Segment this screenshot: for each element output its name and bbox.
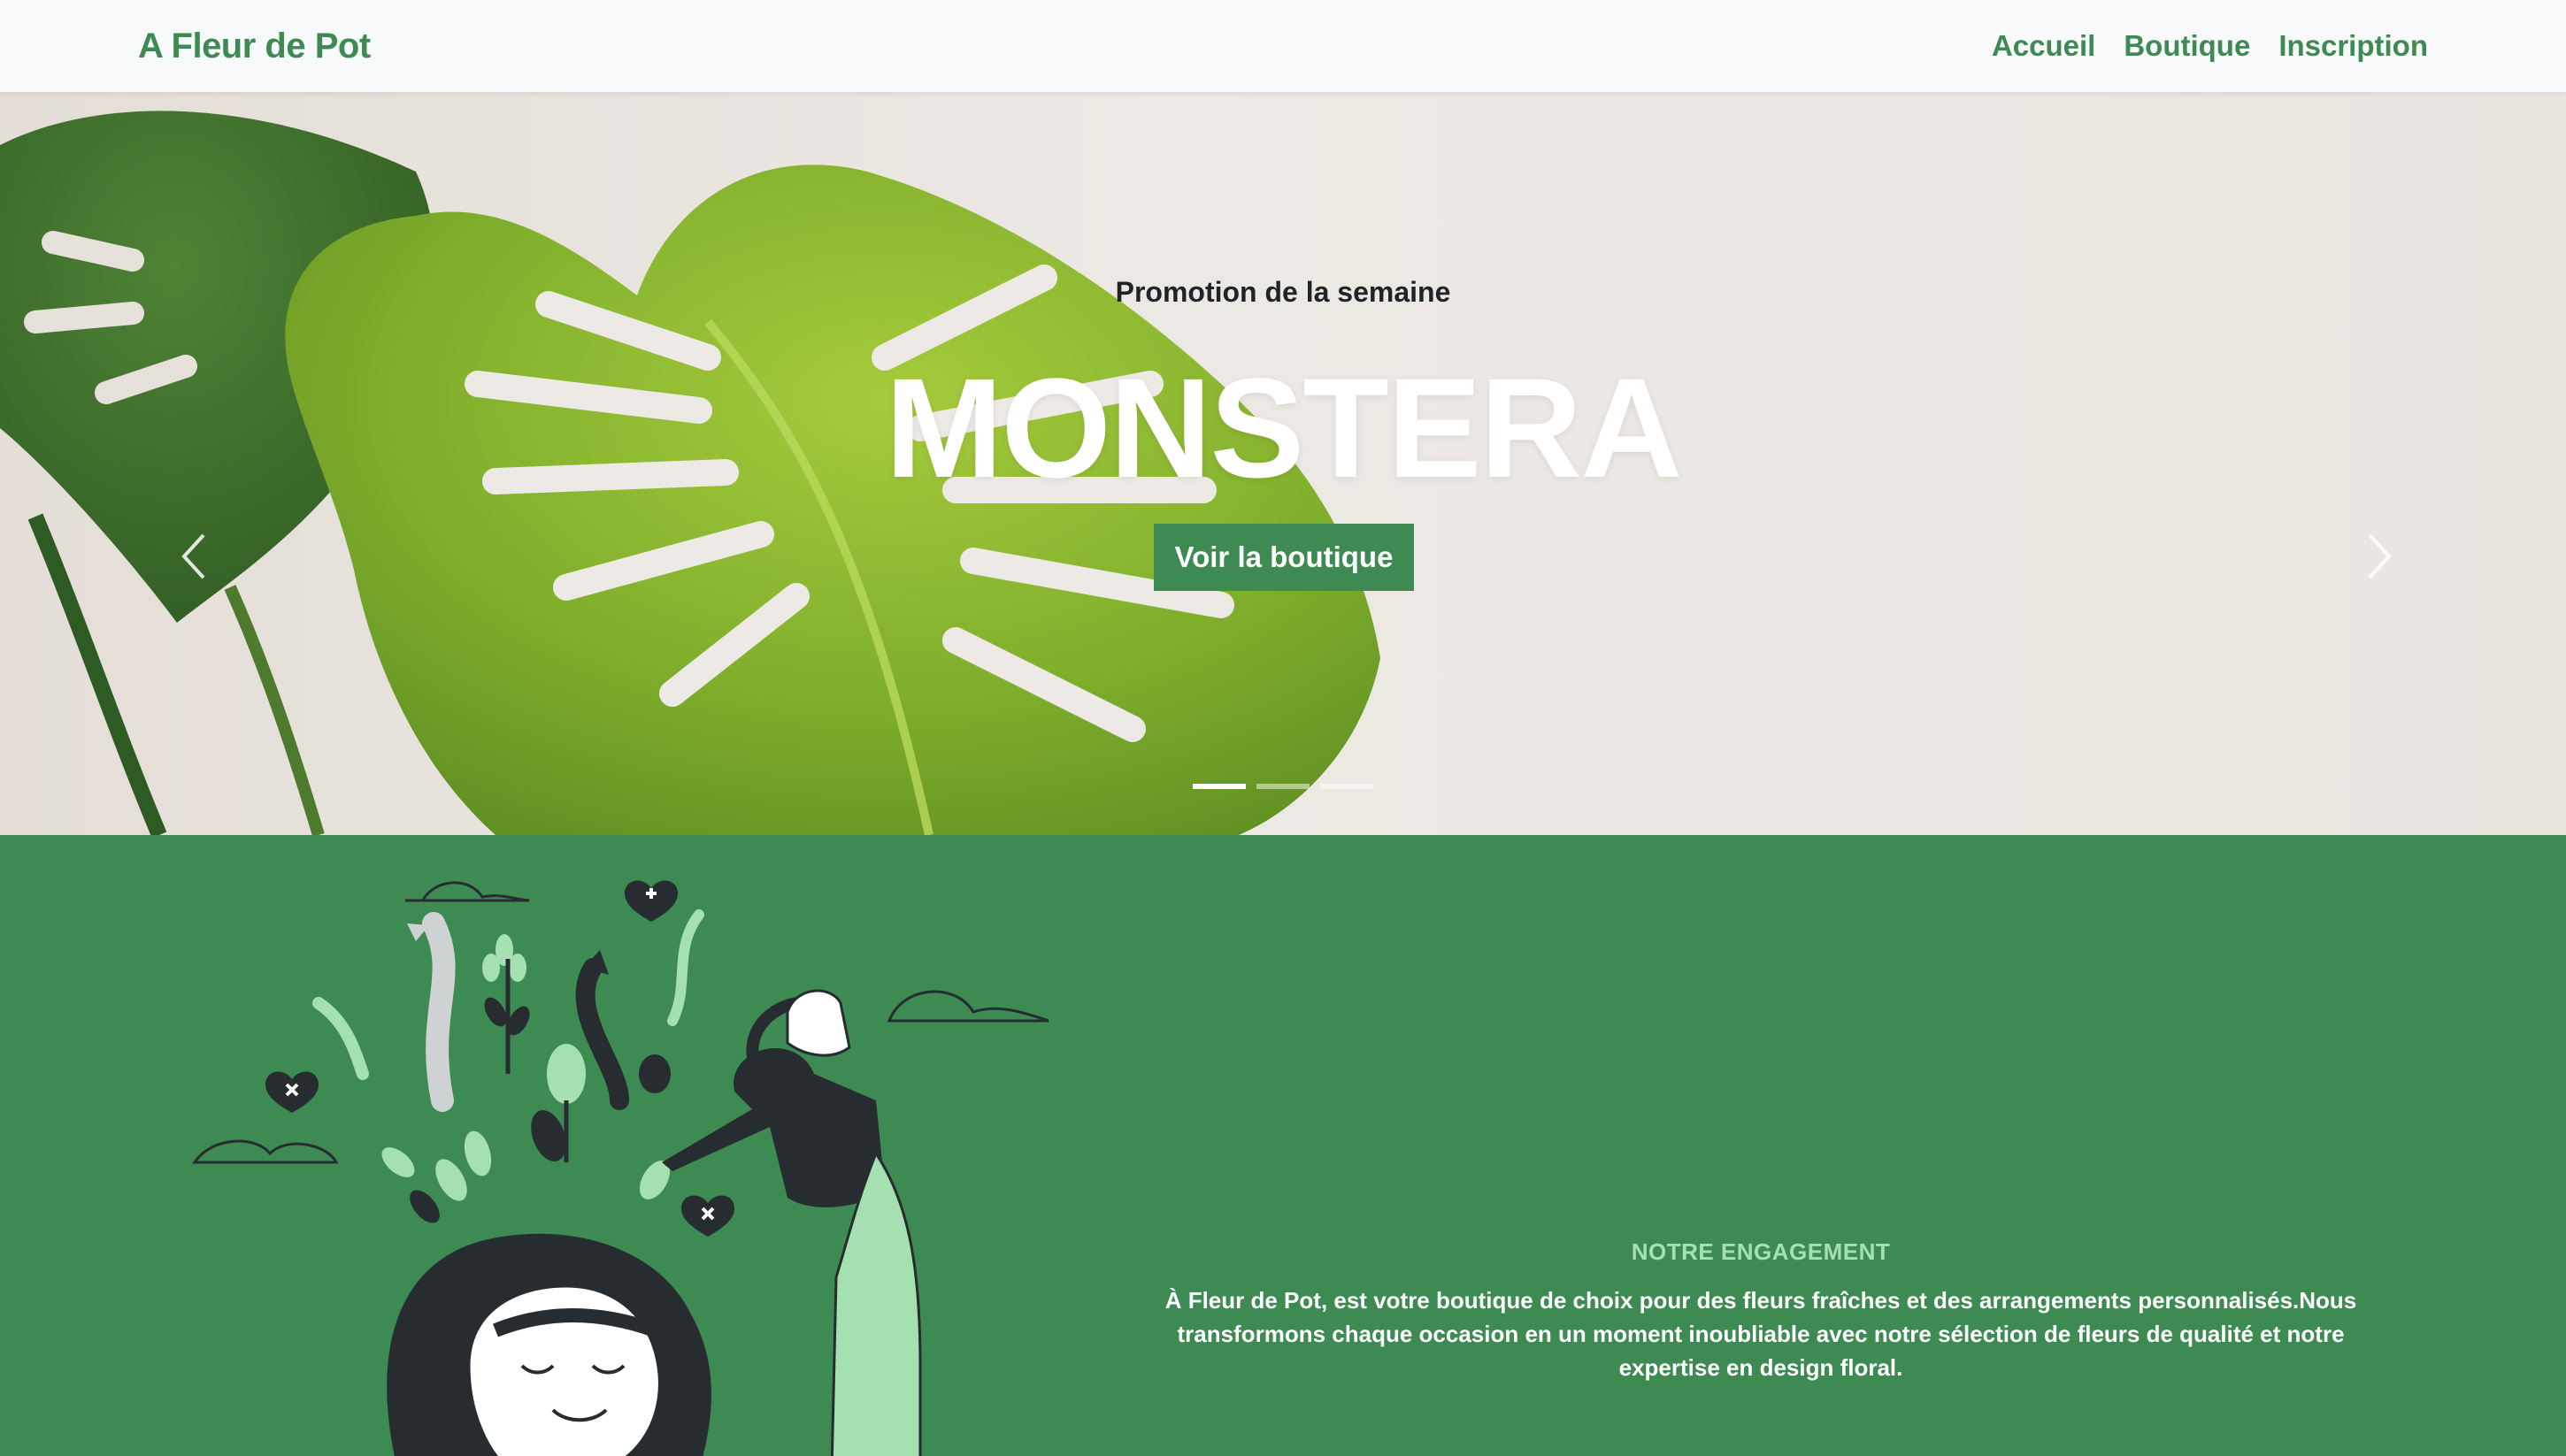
engagement-kicker: NOTRE ENGAGEMENT bbox=[1631, 1238, 1891, 1265]
navbar: A Fleur de Pot Accueil Boutique Inscript… bbox=[0, 0, 2566, 92]
carousel-indicator-1[interactable] bbox=[1193, 784, 1246, 789]
carousel-indicator-2[interactable] bbox=[1256, 784, 1310, 789]
nav-links: Accueil Boutique Inscription bbox=[1992, 29, 2428, 63]
shop-button[interactable]: Voir la boutique bbox=[1154, 524, 1414, 591]
carousel-indicators bbox=[1193, 784, 1373, 789]
chevron-right-icon[interactable] bbox=[2352, 517, 2405, 596]
engagement-body: À Fleur de Pot, est votre boutique de ch… bbox=[1164, 1287, 2357, 1381]
gardening-illustration bbox=[192, 880, 1049, 1456]
hero-carousel: Promotion de la semaine MONSTERA Voir la… bbox=[0, 92, 2566, 835]
nav-link-boutique[interactable]: Boutique bbox=[2124, 29, 2250, 63]
engagement-text: NOTRE ENGAGEMENT À Fleur de Pot, est vot… bbox=[1141, 1238, 2380, 1384]
chevron-left-icon[interactable] bbox=[168, 517, 221, 596]
promo-title: MONSTERA bbox=[885, 349, 1683, 507]
nav-link-accueil[interactable]: Accueil bbox=[1992, 29, 2095, 63]
brand-logo[interactable]: A Fleur de Pot bbox=[138, 27, 371, 66]
carousel-indicator-3[interactable] bbox=[1320, 784, 1373, 789]
promo-label: Promotion de la semaine bbox=[1115, 276, 1451, 308]
engagement-section: NOTRE ENGAGEMENT À Fleur de Pot, est vot… bbox=[0, 835, 2566, 1456]
nav-link-inscription[interactable]: Inscription bbox=[2278, 29, 2428, 63]
